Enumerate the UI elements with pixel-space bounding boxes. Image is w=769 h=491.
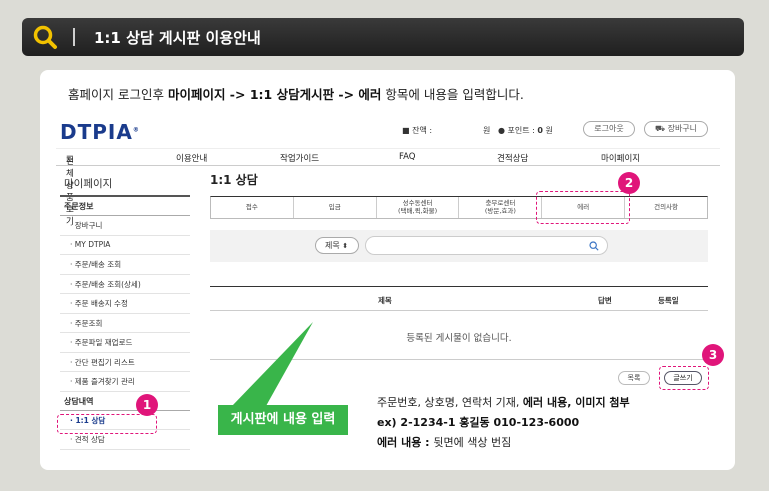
search-area: 제목 ⬍ [210,230,708,262]
step-badge-3: 3 [702,344,724,366]
main-nav: ☰ 전체상품보기 이용안내 작업가이드 FAQ 견적상담 마이페이지 [56,148,720,227]
nav-item-quote[interactable]: 견적상담 [497,152,528,164]
tab-label: 성수동센터 [402,198,433,207]
nav-item-work-guide[interactable]: 작업가이드 [280,152,319,164]
sidebar-item-label: 장바구니 [74,221,103,230]
col-title: 제목 [378,296,392,305]
logout-button[interactable]: 로그아웃 [583,121,635,137]
select-value: 제목 [325,241,340,250]
col-answer: 답변 [598,296,612,305]
cart-label: 장바구니 [667,124,698,133]
balance-unit: 원 [483,126,491,135]
detail-example: ex) 2-1234-1 홍길동 010-123-6000 [377,416,580,429]
sidebar-item-label: 제품 즐겨찾기 관리 [74,377,135,386]
cart-button[interactable]: ⛟ 장바구니 [644,121,708,137]
sidebar-item-label: 주문/배송 조회(상세) [74,279,141,289]
instruction-path: 마이페이지 -> 1:1 상담게시판 -> 에러 [167,87,382,102]
points-unit: 원 [545,126,553,135]
sidebar-item-label: 간단 편집기 리스트 [74,357,135,367]
wallet-icon: ■ [402,126,410,135]
balance-label: 잔액 : [412,126,433,135]
sidebar-item-label: MY DTPIA [74,239,111,249]
points-info: ● 포인트 : 0 원 [498,125,553,136]
sidebar-item-order-tracking-detail[interactable]: · 주문/배송 조회(상세) [60,275,190,294]
tab-seongsu-center[interactable]: 성수동센터 (택배,퀵,화물) [377,197,460,218]
callout-pointer [232,322,313,406]
detail-line-3: 에러 내용 : 뒷면에 색상 번짐 [377,433,630,453]
tab-received[interactable]: 접수 [211,197,294,218]
sidebar-title: 마이페이지 [60,170,190,197]
tab-deposit[interactable]: 입금 [294,197,377,218]
step-badge-1: 1 [136,394,158,416]
search-icon[interactable] [589,241,599,251]
logo-text: DTPIA [60,120,133,144]
sidebar-item-editor-list[interactable]: · 간단 편집기 리스트 [60,353,190,372]
board-title: 1:1 상담 [210,173,258,187]
sidebar-item-my-dtpia[interactable]: · MY DTPIA [60,236,190,255]
search-field-select[interactable]: 제목 ⬍ [315,237,359,254]
sidebar-item-label: 견적 상담 [74,435,105,444]
tab-label: 입금 [328,202,341,211]
sidebar-section-consult: 상담내역 [60,392,190,411]
col-date: 등록일 [658,296,679,305]
header-divider [73,28,75,46]
nav-item-mypage[interactable]: 마이페이지 [601,152,640,164]
tab-label: 접수 [245,202,258,211]
sidebar-item-label: 주문/배송 조회 [74,260,122,269]
guide-card: 홈페이지 로그인후 마이페이지 -> 1:1 상담게시판 -> 에러 항목에 내… [40,70,735,470]
sidebar-item-reupload[interactable]: · 주문파일 재업로드 [60,333,190,353]
sidebar-item-label: 주문 배송지 수정 [74,299,128,308]
points-value: 0 [537,126,543,135]
sidebar-item-order-lookup[interactable]: · 주문조회 [60,314,190,333]
site-logo[interactable]: DTPIA® [60,120,140,144]
highlight-1on1 [57,414,157,434]
detail-line-1-pre: 주문번호, 상호명, 연락처 기재, [377,396,523,409]
sidebar-section-orders: 주문정보 [60,197,190,216]
detail-line-3-label: 에러 내용 : [377,436,434,449]
tab-chungmuro-center[interactable]: 충무로센터 (방문,효과) [459,197,543,218]
highlight-write-button [659,366,709,390]
select-arrow-icon: ⬍ [342,242,349,250]
instruction-details: 주문번호, 상호명, 연락처 기재, 에러 내용, 이미지 첨부 ex) 2-1… [377,393,630,453]
balance-info: ■ 잔액 : [402,125,432,136]
detail-line-1-bold: 에러 내용, 이미지 첨부 [522,396,630,409]
tab-sublabel: (택배,퀵,화물) [398,206,438,215]
tab-sublabel: (방문,효과) [484,206,516,215]
sidebar-item-order-tracking[interactable]: · 주문/배송 조회 [60,255,190,275]
detail-line-2: ex) 2-1234-1 홍길동 010-123-6000 [377,413,630,433]
points-label: 포인트 : [507,126,535,135]
table-header: 제목 답변 등록일 [210,286,708,311]
detail-line-1: 주문번호, 상호명, 연락처 기재, 에러 내용, 이미지 첨부 [377,393,630,413]
step-badge-2: 2 [618,172,640,194]
nav-item-faq[interactable]: FAQ [399,152,415,162]
category-tabs: 접수 입금 성수동센터 (택배,퀵,화물) 충무로센터 (방문,효과) 에러 건의사… [210,196,708,219]
highlight-error-tab [536,191,630,224]
instruction-post: 항목에 내용을 입력합니다. [381,87,524,102]
list-button[interactable]: 목록 [618,371,650,385]
sidebar: 마이페이지 주문정보 · 장바구니 · MY DTPIA · 주문/배송 조회 … [60,170,190,450]
detail-line-3-value: 뒷면에 색상 번짐 [433,436,512,449]
header-bar: 1:1 상담 게시판 이용안내 [22,18,744,56]
cart-icon: ⛟ [654,124,666,133]
tab-label: 건의사항 [654,202,679,211]
sidebar-item-edit-address[interactable]: · 주문 배송지 수정 [60,294,190,314]
points-icon: ● [498,126,505,135]
tab-suggestion[interactable]: 건의사항 [625,197,707,218]
instruction-text: 홈페이지 로그인후 마이페이지 -> 1:1 상담게시판 -> 에러 항목에 내… [68,84,524,103]
sidebar-item-cart[interactable]: · 장바구니 [60,216,190,236]
search-input[interactable] [365,236,608,255]
sidebar-item-favorites[interactable]: · 제품 즐겨찾기 관리 [60,372,190,392]
sidebar-item-label: 주문파일 재업로드 [74,338,133,347]
tab-label: 충무로센터 [485,198,516,207]
sidebar-item-label: 주문조회 [74,318,103,328]
callout-label: 게시판에 내용 입력 [218,405,348,435]
instruction-pre: 홈페이지 로그인후 [68,87,168,102]
page-title: 1:1 상담 게시판 이용안내 [94,29,261,47]
search-icon [33,25,57,49]
nav-item-guide[interactable]: 이용안내 [176,152,207,164]
logo-mark: ® [132,126,140,134]
